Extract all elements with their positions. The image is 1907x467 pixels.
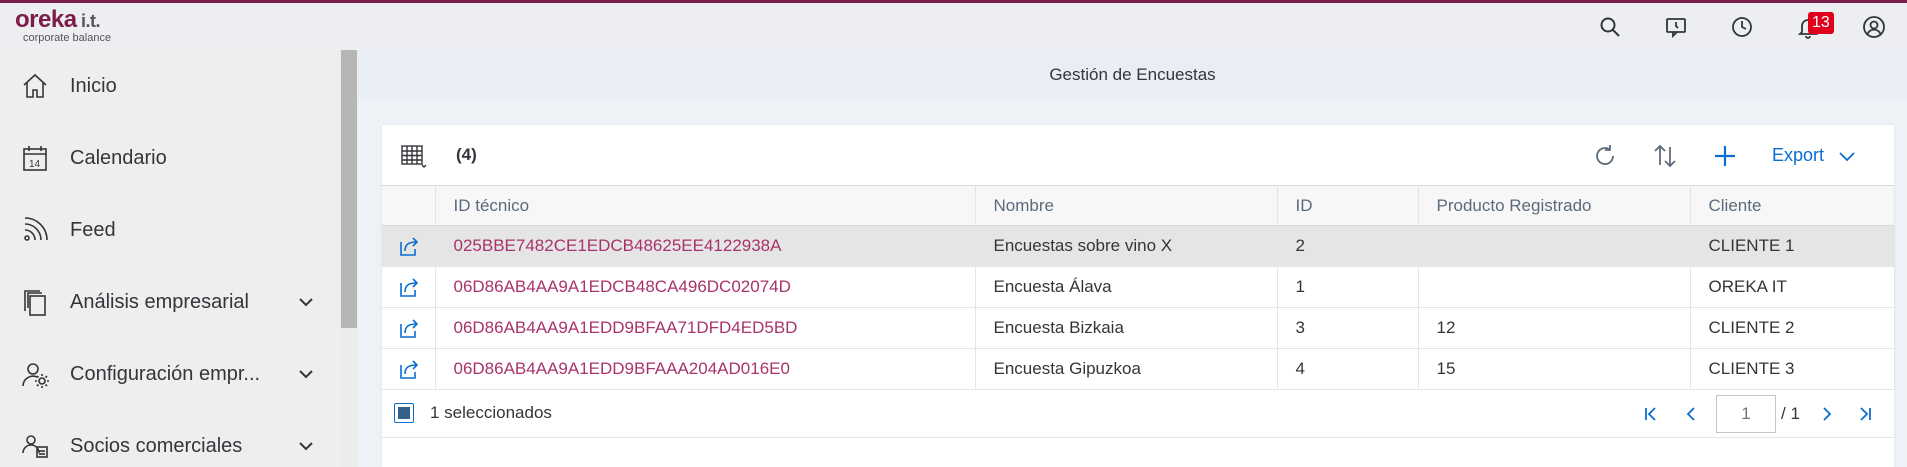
company-logo[interactable]: oreka i.t. corporate balance <box>15 8 111 44</box>
page-number-input[interactable] <box>1716 395 1776 433</box>
name-cell: Encuesta Álava <box>975 266 1278 308</box>
top-bar: oreka i.t. corporate balance 13 <box>0 0 1907 50</box>
svg-text:14: 14 <box>29 159 41 170</box>
sort-icon[interactable] <box>1650 141 1680 171</box>
page-title: Gestión de Encuestas <box>1049 65 1216 84</box>
user-profile-icon[interactable] <box>1841 3 1907 50</box>
logo-it-text: i.t. <box>76 11 101 31</box>
column-header-action <box>382 185 436 226</box>
first-page-icon[interactable] <box>1636 399 1666 429</box>
product-cell: 15 <box>1418 348 1691 390</box>
export-button[interactable]: Export <box>1772 145 1856 166</box>
client-cell: CLIENTE 3 <box>1690 348 1895 390</box>
pagination: / 1 <box>1636 395 1880 433</box>
sidebar-item-analisis-empresarial[interactable]: Análisis empresarial <box>0 266 340 338</box>
select-all-checkbox[interactable] <box>394 403 414 423</box>
sidebar-item-label: Configuración empr... <box>70 362 261 385</box>
column-header-name[interactable]: Nombre <box>975 185 1278 226</box>
table-row[interactable]: 06D86AB4AA9A1EDD9BFAA71DFD4ED5BD Encuest… <box>382 307 1895 349</box>
table-settings-icon[interactable] <box>400 142 428 170</box>
sidebar-item-label: Análisis empresarial <box>70 290 249 313</box>
tech-id-link[interactable]: 06D86AB4AA9A1EDD9BFAA71DFD4ED5BD <box>435 307 976 349</box>
selection-count: 1 seleccionados <box>430 403 552 422</box>
table-toolbar: (4) Export <box>382 125 1894 185</box>
table-row[interactable]: 06D86AB4AA9A1EDD9BFAAA204AD016E0 Encuest… <box>382 348 1895 390</box>
page-total: / 1 <box>1781 404 1800 423</box>
refresh-icon[interactable] <box>1590 141 1620 171</box>
chevron-down-icon[interactable] <box>296 364 316 384</box>
id-cell: 1 <box>1277 266 1419 308</box>
settings-user-icon <box>20 359 50 389</box>
survey-table: ID técnico Nombre ID Producto Registrado… <box>382 185 1895 390</box>
sidebar-scrollbar[interactable] <box>340 50 358 467</box>
name-cell: Encuesta Bizkaia <box>975 307 1278 349</box>
tech-id-link[interactable]: 06D86AB4AA9A1EDCB48CA496DC02074D <box>435 266 976 308</box>
row-action-cell[interactable] <box>382 307 436 349</box>
name-cell: Encuestas sobre vino X <box>975 225 1278 267</box>
add-icon[interactable] <box>1710 141 1740 171</box>
navigate-icon[interactable] <box>397 357 421 381</box>
feed-icon <box>20 215 50 245</box>
side-navigation: Inicio 14 Calendario Feed Análisis empre… <box>0 50 340 467</box>
chevron-down-icon <box>1839 151 1855 161</box>
id-cell: 2 <box>1277 225 1419 267</box>
column-header-client[interactable]: Cliente <box>1690 185 1895 226</box>
next-page-icon[interactable] <box>1812 399 1842 429</box>
product-cell <box>1418 225 1691 267</box>
sidebar-item-label: Feed <box>70 218 116 241</box>
id-cell: 3 <box>1277 307 1419 349</box>
history-clock-icon[interactable] <box>1709 3 1775 50</box>
home-icon <box>20 71 50 101</box>
logo-main-text: oreka <box>15 6 77 33</box>
column-header-product[interactable]: Producto Registrado <box>1418 185 1691 226</box>
column-header-tech-id[interactable]: ID técnico <box>435 185 976 226</box>
product-cell: 12 <box>1418 307 1691 349</box>
survey-table-card: (4) Export ID técnico Nombre ID Producto… <box>382 125 1895 467</box>
logo-subtitle: corporate balance <box>23 32 112 44</box>
search-icon[interactable] <box>1577 3 1643 50</box>
page-header: Gestión de Encuestas <box>358 50 1907 100</box>
feedback-icon[interactable] <box>1643 3 1709 50</box>
tech-id-link[interactable]: 025BBE7482CE1EDCB48625EE4122938A <box>435 225 976 267</box>
sidebar-item-feed[interactable]: Feed <box>0 194 340 266</box>
row-action-cell[interactable] <box>382 225 436 267</box>
table-row[interactable]: 025BBE7482CE1EDCB48625EE4122938A Encuest… <box>382 225 1895 267</box>
sidebar-item-inicio[interactable]: Inicio <box>0 50 340 122</box>
name-cell: Encuesta Gipuzkoa <box>975 348 1278 390</box>
row-count: (4) <box>456 145 477 164</box>
export-label: Export <box>1772 145 1825 165</box>
sidebar-item-calendario[interactable]: 14 Calendario <box>0 122 340 194</box>
row-action-cell[interactable] <box>382 348 436 390</box>
client-cell: CLIENTE 2 <box>1690 307 1895 349</box>
chevron-down-icon[interactable] <box>296 292 316 312</box>
table-header-row: ID técnico Nombre ID Producto Registrado… <box>382 185 1895 226</box>
navigate-icon[interactable] <box>397 275 421 299</box>
previous-page-icon[interactable] <box>1676 399 1706 429</box>
sidebar-scrollbar-thumb[interactable] <box>341 50 357 328</box>
column-header-id[interactable]: ID <box>1277 185 1419 226</box>
product-cell <box>1418 266 1691 308</box>
sidebar-item-label: Calendario <box>70 146 167 169</box>
sidebar-item-socios-comerciales[interactable]: Socios comerciales <box>0 410 340 467</box>
sidebar-item-configuracion-empresarial[interactable]: Configuración empr... <box>0 338 340 410</box>
table-row[interactable]: 06D86AB4AA9A1EDCB48CA496DC02074D Encuest… <box>382 266 1895 308</box>
navigate-icon[interactable] <box>397 316 421 340</box>
sidebar-item-label: Socios comerciales <box>70 434 243 457</box>
id-cell: 4 <box>1277 348 1419 390</box>
client-cell: OREKA IT <box>1690 266 1895 308</box>
table-footer: 1 seleccionados / 1 <box>382 388 1894 438</box>
notification-badge: 13 <box>1808 12 1834 34</box>
tech-id-link[interactable]: 06D86AB4AA9A1EDD9BFAAA204AD016E0 <box>435 348 976 390</box>
notifications-bell-icon[interactable]: 13 <box>1775 3 1841 50</box>
calendar-icon: 14 <box>20 143 50 173</box>
client-cell: CLIENTE 1 <box>1690 225 1895 267</box>
copy-icon <box>20 287 50 317</box>
navigate-icon[interactable] <box>397 234 421 258</box>
chevron-down-icon[interactable] <box>296 436 316 456</box>
last-page-icon[interactable] <box>1850 399 1880 429</box>
sidebar-item-label: Inicio <box>70 74 117 97</box>
row-action-cell[interactable] <box>382 266 436 308</box>
partners-icon <box>20 431 50 461</box>
